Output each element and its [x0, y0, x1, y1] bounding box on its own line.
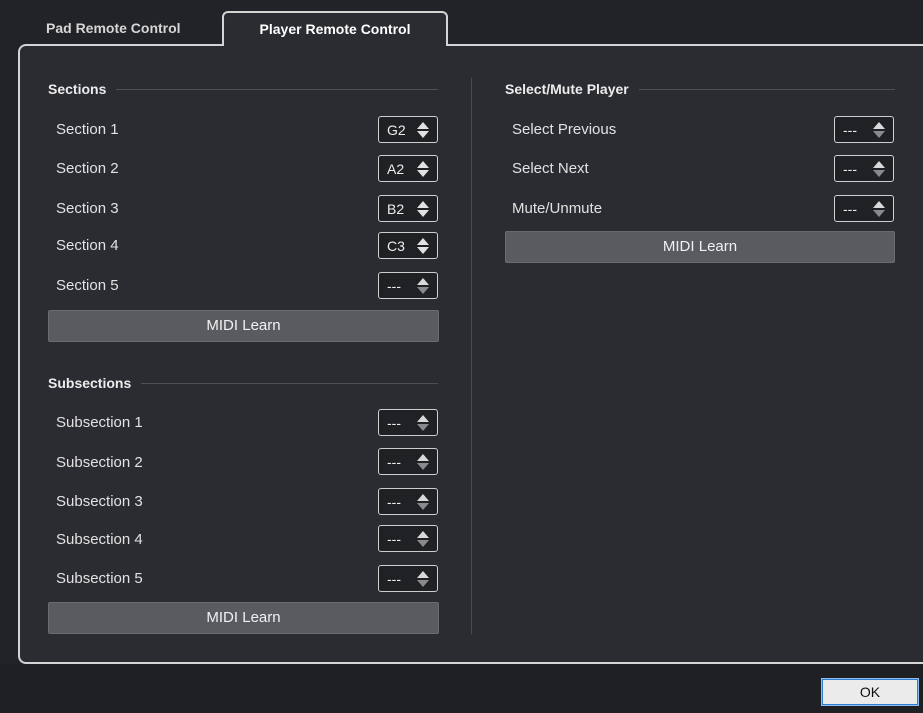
section-2-spinbox[interactable]: A2 [378, 155, 438, 182]
subsection-3-value: --- [387, 493, 401, 510]
subsection-1-value: --- [387, 414, 401, 431]
select-next-value: --- [843, 160, 857, 177]
spin-arrows-icon[interactable] [870, 121, 888, 139]
dialog-footer [0, 664, 923, 713]
tab-pad-remote-control[interactable]: Pad Remote Control [22, 12, 205, 44]
divider [141, 382, 438, 384]
sections-title: Sections [48, 81, 107, 97]
spin-arrows-icon[interactable] [414, 160, 432, 178]
subsection-2-spinbox[interactable]: --- [378, 448, 438, 475]
subsections-title: Subsections [48, 375, 132, 391]
select-mute-header: Select/Mute Player [505, 81, 895, 97]
subsection-4-spinbox[interactable]: --- [378, 525, 438, 552]
subsection-5-value: --- [387, 570, 401, 587]
section-2-label: Section 2 [56, 160, 119, 177]
divider [116, 88, 438, 90]
subsection-2-value: --- [387, 453, 401, 470]
sections-midi-learn-button[interactable]: MIDI Learn [48, 310, 439, 342]
sections-header: Sections [48, 81, 438, 97]
subsection-3-label: Subsection 3 [56, 493, 143, 510]
spin-arrows-icon[interactable] [870, 200, 888, 218]
subsections-midi-learn-button[interactable]: MIDI Learn [48, 602, 439, 634]
subsection-3-spinbox[interactable]: --- [378, 488, 438, 515]
tab-player-remote-control[interactable]: Player Remote Control [222, 11, 448, 46]
spin-arrows-icon[interactable] [414, 200, 432, 218]
subsection-1-label: Subsection 1 [56, 414, 143, 431]
select-mute-title: Select/Mute Player [505, 81, 629, 97]
subsection-4-value: --- [387, 530, 401, 547]
ok-button[interactable]: OK [821, 678, 919, 706]
section-3-value: B2 [387, 200, 405, 217]
spin-arrows-icon[interactable] [414, 530, 432, 548]
spin-arrows-icon[interactable] [414, 493, 432, 511]
section-5-value: --- [387, 277, 401, 294]
select-previous-spinbox[interactable]: --- [834, 116, 894, 143]
spin-arrows-icon[interactable] [414, 121, 432, 139]
section-5-label: Section 5 [56, 277, 119, 294]
mute-unmute-value: --- [843, 200, 857, 217]
section-3-spinbox[interactable]: B2 [378, 195, 438, 222]
section-3-label: Section 3 [56, 200, 119, 217]
section-4-value: C3 [387, 237, 405, 254]
section-2-value: A2 [387, 160, 405, 177]
select-next-spinbox[interactable]: --- [834, 155, 894, 182]
mute-unmute-label: Mute/Unmute [512, 200, 603, 217]
select-mute-midi-learn-button[interactable]: MIDI Learn [505, 231, 895, 263]
select-previous-value: --- [843, 121, 857, 138]
section-4-label: Section 4 [56, 237, 119, 254]
tab-bar: Pad Remote Control Player Remote Control [0, 0, 923, 46]
subsection-4-label: Subsection 4 [56, 531, 143, 548]
section-1-label: Section 1 [56, 121, 119, 138]
spin-arrows-icon[interactable] [414, 453, 432, 471]
spin-arrows-icon[interactable] [414, 414, 432, 432]
subsection-5-spinbox[interactable]: --- [378, 565, 438, 592]
subsections-header: Subsections [48, 375, 438, 391]
subsection-1-spinbox[interactable]: --- [378, 409, 438, 436]
select-previous-label: Select Previous [512, 121, 617, 138]
spin-arrows-icon[interactable] [414, 277, 432, 295]
column-divider [471, 78, 472, 634]
subsection-5-label: Subsection 5 [56, 570, 143, 587]
spin-arrows-icon[interactable] [414, 237, 432, 255]
section-4-spinbox[interactable]: C3 [378, 232, 438, 259]
mute-unmute-spinbox[interactable]: --- [834, 195, 894, 222]
section-5-spinbox[interactable]: --- [378, 272, 438, 299]
divider [638, 88, 895, 90]
select-next-label: Select Next [512, 160, 589, 177]
section-1-spinbox[interactable]: G2 [378, 116, 438, 143]
subsection-2-label: Subsection 2 [56, 454, 143, 471]
spin-arrows-icon[interactable] [870, 160, 888, 178]
section-1-value: G2 [387, 121, 406, 138]
spin-arrows-icon[interactable] [414, 570, 432, 588]
